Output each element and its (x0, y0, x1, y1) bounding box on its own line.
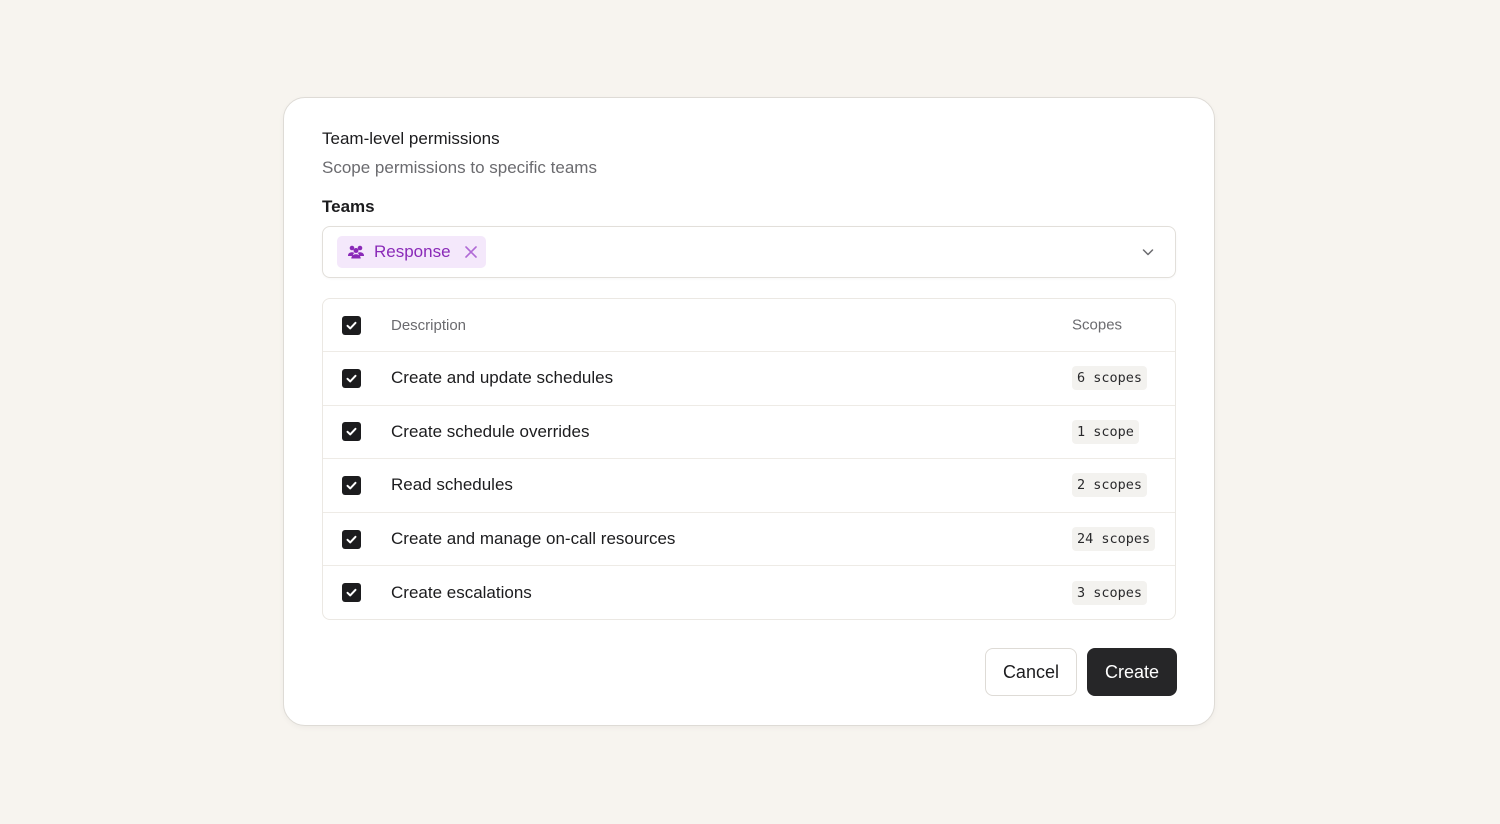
table-row[interactable]: Create schedule overrides 1 scope (323, 404, 1175, 459)
row-description: Create schedule overrides (391, 421, 590, 441)
row-checkbox[interactable] (342, 475, 361, 495)
table-row[interactable]: Create and update schedules 6 scopes (323, 351, 1175, 405)
row-checkbox[interactable] (342, 583, 361, 603)
scopes-badge[interactable]: 3 scopes (1072, 580, 1148, 605)
check-icon (346, 535, 357, 543)
permissions-table: Description Scopes Create and update sch… (322, 298, 1176, 620)
chevron-down-icon[interactable] (1141, 245, 1155, 259)
table-row[interactable]: Create escalations 3 scopes (323, 565, 1175, 619)
remove-team-icon[interactable] (464, 245, 478, 259)
check-icon (346, 588, 357, 597)
table-row[interactable]: Read schedules 2 scopes (323, 458, 1175, 512)
create-button[interactable]: Create (1086, 648, 1177, 696)
row-description: Create escalations (391, 582, 532, 602)
row-checkbox[interactable] (342, 422, 361, 442)
dialog-footer: Cancel Create (984, 648, 1177, 696)
section-title: Team-level permissions (322, 129, 500, 148)
table-row[interactable]: Create and manage on-call resources 24 s… (323, 511, 1175, 566)
row-description: Create and update schedules (391, 368, 614, 388)
cancel-button[interactable]: Cancel (984, 648, 1077, 696)
team-chip-response: Response (337, 236, 486, 268)
select-all-checkbox[interactable] (342, 315, 361, 335)
row-checkbox[interactable] (342, 368, 361, 388)
team-chip-label: Response (374, 242, 451, 261)
check-icon (346, 374, 357, 383)
row-description: Create and manage on-call resources (391, 529, 676, 549)
row-description: Read schedules (391, 475, 513, 495)
scopes-badge[interactable]: 2 scopes (1072, 473, 1148, 498)
teams-select[interactable]: Response (322, 226, 1176, 278)
scopes-badge[interactable]: 6 scopes (1072, 366, 1148, 391)
header-description: Description (391, 316, 467, 334)
check-icon (346, 428, 357, 436)
table-header: Description Scopes (323, 299, 1175, 351)
scopes-badge[interactable]: 24 scopes (1072, 527, 1156, 552)
row-checkbox[interactable] (342, 529, 361, 549)
check-icon (346, 481, 357, 490)
team-permissions-dialog: Team-level permissions Scope permissions… (283, 97, 1215, 726)
section-subtitle: Scope permissions to specific teams (322, 158, 597, 177)
scopes-badge[interactable]: 1 scope (1072, 419, 1139, 444)
header-scopes: Scopes (1072, 316, 1123, 334)
check-icon (346, 321, 357, 329)
users-icon (347, 244, 365, 260)
teams-label: Teams (322, 197, 375, 216)
